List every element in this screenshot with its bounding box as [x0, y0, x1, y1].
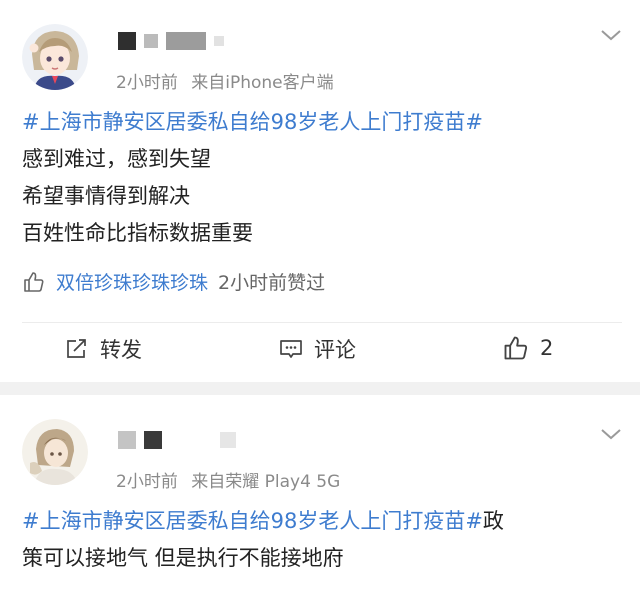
post-body: #上海市静安区居委私自给98岁老人上门打疫苗# 感到难过，感到失望 希望事情得到…	[22, 104, 483, 252]
username-redacted[interactable]	[118, 32, 224, 50]
repost-icon	[67, 339, 86, 358]
post-meta: 2小时前 来自iPhone客户端	[116, 68, 334, 93]
like-count: 2	[540, 336, 554, 360]
action-bar: 转发 评论 2	[0, 334, 640, 370]
post-time: 2小时前	[116, 472, 178, 492]
post-separator	[0, 382, 640, 395]
topic-link[interactable]: #上海市静安区居委私自给98岁老人上门打疫苗#	[22, 509, 483, 533]
post-meta: 2小时前 来自荣耀 Play4 5G	[116, 467, 340, 492]
body-line: 感到难过，感到失望	[22, 147, 211, 171]
post-time: 2小时前	[116, 73, 178, 93]
comment-button[interactable]: 评论	[278, 334, 356, 364]
like-button[interactable]: 2	[502, 334, 553, 362]
thumb-up-icon	[24, 271, 44, 292]
liked-by-user[interactable]: 双倍珍珠珍珠珍珠	[56, 268, 208, 295]
liked-by-row: 双倍珍珠珍珠珍珠 2小时前赞过	[22, 268, 325, 295]
liked-time: 2小时前赞过	[218, 272, 326, 294]
post-body: #上海市静安区居委私自给98岁老人上门打疫苗#政 策可以接地气 但是执行不能接地…	[22, 503, 504, 577]
comment-label: 评论	[314, 338, 356, 362]
body-line: 百姓性命比指标数据重要	[22, 221, 253, 245]
topic-link[interactable]: #上海市静安区居委私自给98岁老人上门打疫苗#	[22, 104, 483, 141]
post-source: 来自iPhone客户端	[191, 73, 334, 93]
post-card-2: 2小时前 来自荣耀 Play4 5G #上海市静安区居委私自给98岁老人上门打疫…	[0, 395, 640, 598]
chevron-down-icon[interactable]	[600, 28, 622, 42]
post-source: 来自荣耀 Play4 5G	[191, 472, 341, 492]
username-redacted[interactable]	[118, 431, 236, 449]
body-line: 希望事情得到解决	[22, 184, 190, 208]
thumb-up-icon	[504, 336, 528, 360]
repost-label: 转发	[100, 338, 142, 362]
avatar[interactable]	[22, 24, 88, 90]
chevron-down-icon[interactable]	[600, 427, 622, 441]
post-card-1: 2小时前 来自iPhone客户端 #上海市静安区居委私自给98岁老人上门打疫苗#…	[0, 0, 640, 382]
body-line: 策可以接地气 但是执行不能接地府	[22, 546, 344, 570]
avatar[interactable]	[22, 419, 88, 485]
comment-icon	[280, 340, 302, 358]
divider	[22, 322, 622, 323]
repost-button[interactable]: 转发	[64, 334, 142, 364]
body-text-tail: 政	[482, 509, 504, 533]
